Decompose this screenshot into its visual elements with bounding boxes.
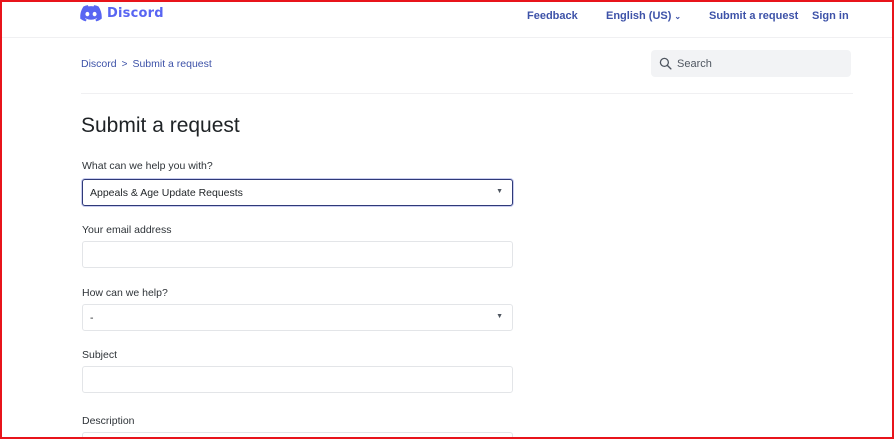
- help-topic-label: What can we help you with?: [82, 160, 213, 172]
- search-box[interactable]: [651, 50, 851, 77]
- chevron-down-icon: ▼: [496, 313, 503, 320]
- discord-logo[interactable]: Discord: [80, 4, 164, 22]
- search-input[interactable]: [677, 57, 837, 70]
- breadcrumb-separator: >: [121, 58, 128, 70]
- breadcrumb: Discord > Submit a request: [81, 58, 212, 70]
- brand-name: Discord: [107, 5, 164, 21]
- chevron-down-icon: ▼: [496, 188, 503, 195]
- discord-logo-icon: [80, 5, 102, 22]
- subject-field-wrapper: [82, 366, 513, 393]
- email-field-wrapper: [82, 241, 513, 268]
- email-field[interactable]: [83, 242, 512, 267]
- language-selector[interactable]: English (US) ⌄: [606, 10, 681, 22]
- how-help-select[interactable]: - ▼: [82, 304, 513, 331]
- top-header: Discord Feedback English (US) ⌄ Submit a…: [2, 2, 892, 36]
- description-field[interactable]: [83, 434, 512, 437]
- help-topic-select[interactable]: Appeals & Age Update Requests ▼: [82, 179, 513, 206]
- nav-feedback[interactable]: Feedback: [527, 10, 578, 22]
- subject-field[interactable]: [83, 367, 512, 392]
- subject-label: Subject: [82, 349, 118, 361]
- description-field-wrapper: [82, 432, 513, 437]
- description-label: Description: [82, 415, 135, 427]
- header-divider: [2, 37, 892, 38]
- how-help-label: How can we help?: [82, 287, 168, 299]
- language-label: English (US): [606, 10, 672, 22]
- breadcrumb-discord[interactable]: Discord: [81, 58, 117, 70]
- help-topic-selected: Appeals & Age Update Requests: [90, 186, 243, 199]
- section-divider: [81, 93, 853, 94]
- how-help-selected: -: [90, 311, 94, 324]
- nav-sign-in[interactable]: Sign in: [812, 10, 849, 22]
- chevron-down-icon: ⌄: [674, 11, 682, 21]
- nav-submit-request[interactable]: Submit a request: [709, 10, 798, 22]
- page-title: Submit a request: [81, 114, 240, 137]
- email-label: Your email address: [82, 224, 172, 236]
- screenshot-frame: Discord Feedback English (US) ⌄ Submit a…: [0, 0, 894, 439]
- search-icon: [659, 57, 672, 70]
- breadcrumb-submit-request[interactable]: Submit a request: [132, 58, 211, 70]
